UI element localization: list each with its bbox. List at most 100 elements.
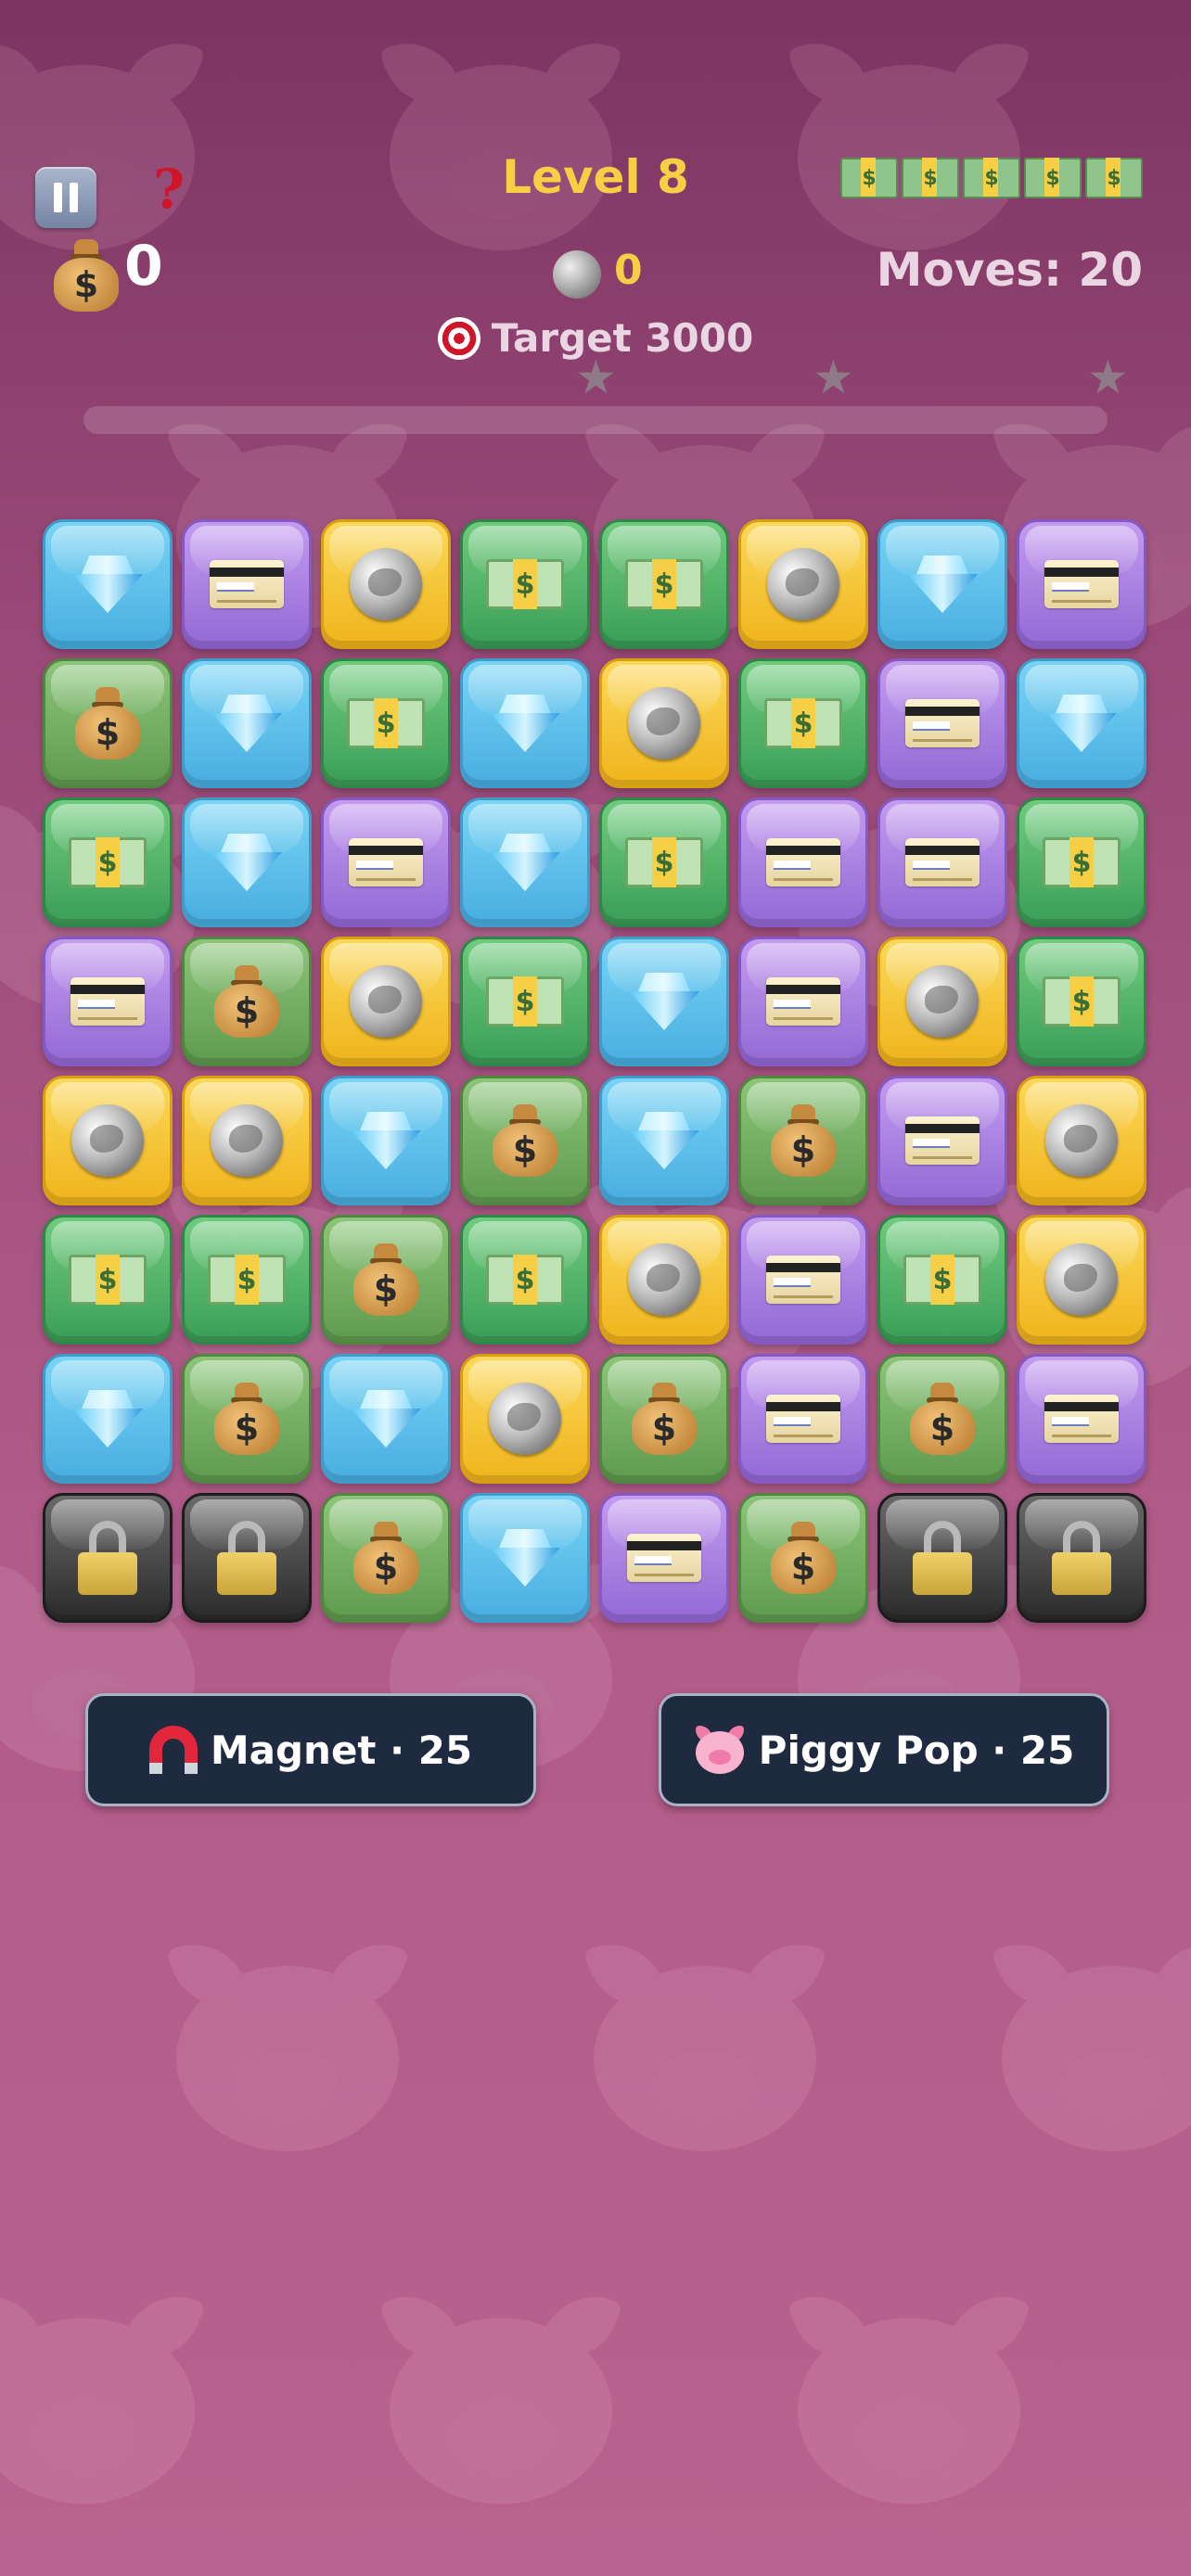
tile-diamond[interactable] xyxy=(182,658,312,788)
silver-coin-icon xyxy=(628,1243,700,1316)
tile-money-bag[interactable]: $ xyxy=(877,1354,1007,1484)
tile-credit-card[interactable] xyxy=(1017,519,1146,649)
tile-banknote[interactable]: $ xyxy=(43,1215,173,1345)
banknote-icon: $ xyxy=(69,1255,147,1305)
tile-credit-card[interactable] xyxy=(738,1215,868,1345)
banknote-icon: $ xyxy=(347,698,425,748)
background-pig xyxy=(974,1929,1191,2161)
tile-banknote[interactable]: $ xyxy=(599,519,729,649)
tile-banknote[interactable]: $ xyxy=(1017,797,1146,927)
tile-credit-card[interactable] xyxy=(738,1354,868,1484)
tile-credit-card[interactable] xyxy=(877,797,1007,927)
tile-credit-card[interactable] xyxy=(599,1493,729,1623)
tile-credit-card[interactable] xyxy=(877,658,1007,788)
tile-money-bag[interactable]: $ xyxy=(182,1354,312,1484)
banknote-icon: $ xyxy=(903,1255,981,1305)
tile-silver-coin[interactable] xyxy=(1017,1215,1146,1345)
banknote-icon: $ xyxy=(486,976,564,1027)
background-pig xyxy=(362,28,640,260)
tile-diamond[interactable] xyxy=(43,1354,173,1484)
tile-credit-card[interactable] xyxy=(738,937,868,1066)
tile-banknote[interactable]: $ xyxy=(460,519,590,649)
star-icon: ★ xyxy=(575,351,617,404)
tile-silver-coin[interactable] xyxy=(1017,1076,1146,1205)
tile-silver-coin[interactable] xyxy=(321,937,451,1066)
credit-card-icon xyxy=(627,1534,701,1582)
tile-banknote[interactable]: $ xyxy=(43,797,173,927)
padlock-icon xyxy=(1052,1521,1111,1595)
tile-banknote[interactable]: $ xyxy=(460,937,590,1066)
money-bag-icon: $ xyxy=(910,1383,975,1455)
tile-diamond[interactable] xyxy=(599,1076,729,1205)
money-bag-icon: $ xyxy=(771,1522,836,1594)
silver-coin-icon xyxy=(628,687,700,759)
diamond-icon xyxy=(211,834,282,891)
tile-banknote[interactable]: $ xyxy=(599,797,729,927)
magnet-label: Magnet · 25 xyxy=(210,1727,473,1773)
tile-diamond[interactable] xyxy=(460,797,590,927)
silver-coin-icon xyxy=(71,1104,144,1177)
tile-money-bag[interactable]: $ xyxy=(460,1076,590,1205)
tile-credit-card[interactable] xyxy=(1017,1354,1146,1484)
tile-silver-coin[interactable] xyxy=(599,1215,729,1345)
coins-value: 0 xyxy=(124,234,163,299)
moves-counter: Moves: 20 xyxy=(876,243,1143,297)
tile-money-bag[interactable]: $ xyxy=(738,1493,868,1623)
tile-silver-coin[interactable] xyxy=(460,1354,590,1484)
tile-credit-card[interactable] xyxy=(738,797,868,927)
tile-credit-card[interactable] xyxy=(43,937,173,1066)
diamond-icon xyxy=(351,1390,421,1447)
tile-banknote[interactable]: $ xyxy=(182,1215,312,1345)
tile-silver-coin[interactable] xyxy=(877,937,1007,1066)
magnet-button[interactable]: Magnet · 25 xyxy=(85,1693,536,1806)
tile-diamond[interactable] xyxy=(1017,658,1146,788)
credit-card-icon xyxy=(766,1256,840,1304)
tile-silver-coin[interactable] xyxy=(738,519,868,649)
piggy-pop-button[interactable]: Piggy Pop · 25 xyxy=(659,1693,1109,1806)
tile-diamond[interactable] xyxy=(321,1076,451,1205)
money-bag-icon: $ xyxy=(353,1522,418,1594)
tile-silver-coin[interactable] xyxy=(321,519,451,649)
banknote-icon: $ xyxy=(1024,158,1082,198)
tile-banknote[interactable]: $ xyxy=(460,1215,590,1345)
tile-banknote[interactable]: $ xyxy=(321,658,451,788)
silver-coin-icon xyxy=(1045,1243,1118,1316)
tile-money-bag[interactable]: $ xyxy=(43,658,173,788)
tile-credit-card[interactable] xyxy=(321,797,451,927)
cash-reward-row: $ $ $ $ $ xyxy=(840,158,1143,198)
silver-coin-icon xyxy=(1045,1104,1118,1177)
money-bag-icon: $ xyxy=(493,1104,557,1177)
tile-money-bag[interactable]: $ xyxy=(321,1493,451,1623)
tile-money-bag[interactable]: $ xyxy=(738,1076,868,1205)
diamond-icon xyxy=(211,695,282,752)
diamond-icon xyxy=(72,1390,143,1447)
tile-banknote[interactable]: $ xyxy=(877,1215,1007,1345)
tile-diamond[interactable] xyxy=(599,937,729,1066)
tile-banknote[interactable]: $ xyxy=(1017,937,1146,1066)
tile-diamond[interactable] xyxy=(460,658,590,788)
silver-coin-icon xyxy=(489,1383,561,1455)
tile-silver-coin[interactable] xyxy=(182,1076,312,1205)
credit-card-icon xyxy=(349,838,423,886)
tile-diamond[interactable] xyxy=(43,519,173,649)
banknote-icon: $ xyxy=(840,158,898,198)
tile-money-bag[interactable]: $ xyxy=(599,1354,729,1484)
diamond-icon xyxy=(1046,695,1117,752)
tile-money-bag[interactable]: $ xyxy=(182,937,312,1066)
tile-money-bag[interactable]: $ xyxy=(321,1215,451,1345)
banknote-icon: $ xyxy=(764,698,842,748)
banknote-icon: $ xyxy=(1043,976,1121,1027)
banknote-icon: $ xyxy=(963,158,1020,198)
tile-silver-coin[interactable] xyxy=(599,658,729,788)
tile-diamond[interactable] xyxy=(321,1354,451,1484)
tile-diamond[interactable] xyxy=(182,797,312,927)
padlock-icon xyxy=(217,1521,276,1595)
tile-silver-coin[interactable] xyxy=(43,1076,173,1205)
background-pig xyxy=(362,2281,640,2513)
tile-banknote[interactable]: $ xyxy=(738,658,868,788)
tile-credit-card[interactable] xyxy=(877,1076,1007,1205)
tile-credit-card[interactable] xyxy=(182,519,312,649)
tile-diamond[interactable] xyxy=(877,519,1007,649)
tile-diamond[interactable] xyxy=(460,1493,590,1623)
tile-padlock xyxy=(1017,1493,1146,1623)
